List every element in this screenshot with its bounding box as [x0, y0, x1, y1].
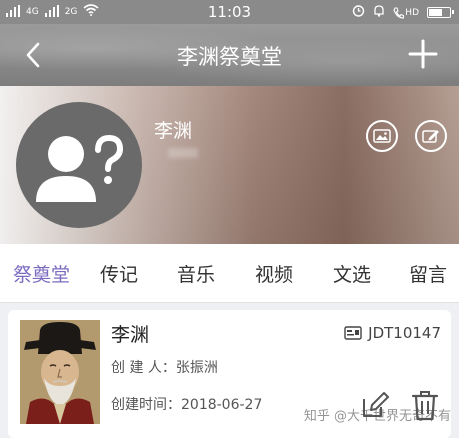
unknown-person-icon	[36, 134, 124, 202]
alarm-icon	[352, 4, 365, 21]
photo-album-button[interactable]	[366, 120, 398, 152]
plus-icon	[408, 39, 438, 69]
edit-image-icon	[422, 130, 439, 143]
record-creator: 创 建 人：张振洲	[111, 360, 218, 376]
hd-label: HD	[405, 7, 419, 18]
record-name: 李渊	[111, 324, 150, 346]
bell-icon	[373, 4, 385, 21]
tab-articles[interactable]: 文选	[311, 260, 393, 287]
image-icon	[373, 129, 391, 143]
deceased-name: 李渊	[154, 120, 193, 142]
section-tabs: 祭奠堂 传记 音乐 视频 文选 留言	[0, 244, 459, 303]
record-created-date: 创建时间：2018-06-27	[111, 397, 263, 413]
chevron-left-icon	[26, 42, 40, 68]
title-bar: 李渊祭奠堂	[0, 24, 459, 86]
tab-music[interactable]: 音乐	[155, 260, 237, 287]
id-card-icon	[344, 326, 362, 340]
watermark: 知乎 @大千世界无奇不有	[303, 409, 451, 424]
page-title: 李渊祭奠堂	[177, 45, 282, 69]
tab-memorial-hall[interactable]: 祭奠堂	[0, 260, 83, 287]
add-button[interactable]	[405, 36, 441, 72]
tab-biography[interactable]: 传记	[83, 260, 155, 287]
phone-hd-icon: HD	[393, 6, 419, 19]
profile-header: 李渊	[0, 86, 459, 244]
status-right: HD	[352, 4, 454, 21]
portrait-image	[20, 320, 100, 424]
battery-icon	[427, 7, 454, 18]
record-id: JDT10147	[344, 324, 441, 342]
status-bar: 4G 2G 11:03 HD	[0, 0, 459, 24]
tab-video[interactable]: 视频	[237, 260, 311, 287]
blurred-subtitle	[168, 148, 198, 158]
record-id-text: JDT10147	[368, 324, 441, 342]
edit-background-button[interactable]	[415, 120, 447, 152]
back-button[interactable]	[20, 38, 50, 72]
portrait-painting	[20, 320, 100, 424]
avatar[interactable]	[16, 102, 142, 228]
tab-messages[interactable]: 留言	[393, 260, 459, 287]
